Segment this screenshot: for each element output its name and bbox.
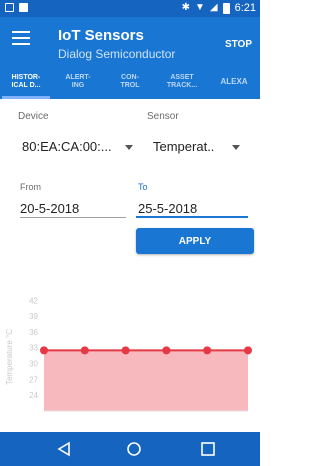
to-date-input[interactable] <box>138 199 246 217</box>
tab-label-line1: HISTOR- <box>11 74 41 81</box>
data-point <box>121 346 130 355</box>
data-point <box>162 346 171 355</box>
status-notification-icons <box>5 3 28 12</box>
tab-bar: HISTOR- ICAL D... ALERT- ING CON- TROL ASSE… <box>0 63 260 99</box>
battery-icon <box>222 2 230 14</box>
status-time: 6:21 <box>234 2 256 14</box>
home-icon[interactable] <box>125 441 143 457</box>
y-axis-label: Temperature °C <box>5 329 14 385</box>
menu-icon[interactable] <box>12 31 30 45</box>
app-bar: IoT Sensors Dialog Semiconductor STOP <box>0 17 260 63</box>
y-tick-label: 30 <box>29 360 38 369</box>
notification-image-icon <box>5 3 14 12</box>
y-tick-label: 24 <box>29 391 38 400</box>
tab-asset-tracking[interactable]: ASSET TRACK... <box>156 63 208 99</box>
tab-label-line1: CON- <box>121 74 139 81</box>
tab-historical-data[interactable]: HISTOR- ICAL D... <box>0 63 52 99</box>
from-label: From <box>20 182 41 192</box>
tab-label-line1: ASSET <box>170 74 194 81</box>
y-tick-label: 27 <box>29 375 38 384</box>
y-tick-label: 42 <box>29 296 38 305</box>
from-date-underline <box>20 217 126 218</box>
status-bar: ✱ ▼ ◢ 6:21 <box>0 0 260 17</box>
data-point <box>40 346 48 355</box>
tab-label-line1: ALERT- <box>65 74 91 81</box>
bluetooth-icon: ✱ <box>181 2 190 13</box>
data-point <box>244 346 252 355</box>
notification-app-icon <box>19 3 28 12</box>
tab-label-line2: ING <box>71 82 85 89</box>
tab-alerting[interactable]: ALERT- ING <box>52 63 104 99</box>
tab-control[interactable]: CON- TROL <box>104 63 156 99</box>
app-subtitle: Dialog Semiconductor <box>58 47 176 61</box>
back-icon[interactable] <box>55 441 73 457</box>
y-tick-label: 39 <box>29 312 38 321</box>
apply-button[interactable]: APPLY <box>136 228 254 254</box>
tab-label-line2: ICAL D... <box>11 82 41 89</box>
to-date-underline <box>136 216 248 218</box>
tab-alexa[interactable]: ALEXA <box>208 63 260 99</box>
status-system-icons: ✱ ▼ ◢ 6:21 <box>182 2 256 14</box>
device-label: Device <box>18 111 49 122</box>
data-point <box>80 346 89 355</box>
y-tick-label: 36 <box>29 328 38 337</box>
sensor-dropdown-caret-icon[interactable] <box>232 145 240 150</box>
system-nav-bar <box>0 432 260 466</box>
recents-icon[interactable] <box>199 441 217 457</box>
to-label: To <box>138 182 148 192</box>
signal-icon: ◢ <box>209 2 218 13</box>
tab-label-line2: TROL <box>120 82 140 89</box>
series-area-fill <box>44 350 248 411</box>
y-tick-label: 33 <box>29 344 38 353</box>
data-point <box>203 346 212 355</box>
stop-button[interactable]: STOP <box>225 39 252 50</box>
app-title: IoT Sensors <box>58 27 144 44</box>
tab-label-line1: ALEXA <box>220 77 248 86</box>
device-dropdown[interactable]: 80:EA:CA:00:... <box>22 139 112 154</box>
tab-label-line2: TRACK... <box>166 82 198 89</box>
temperature-chart: Temperature °C 42 39 36 33 30 27 24 <box>5 296 252 412</box>
device-dropdown-caret-icon[interactable] <box>125 145 133 150</box>
sensor-dropdown[interactable]: Temperat.. <box>153 139 214 154</box>
sensor-label: Sensor <box>147 111 179 122</box>
wifi-icon: ▼ <box>194 2 205 13</box>
from-date-input[interactable] <box>20 199 125 217</box>
